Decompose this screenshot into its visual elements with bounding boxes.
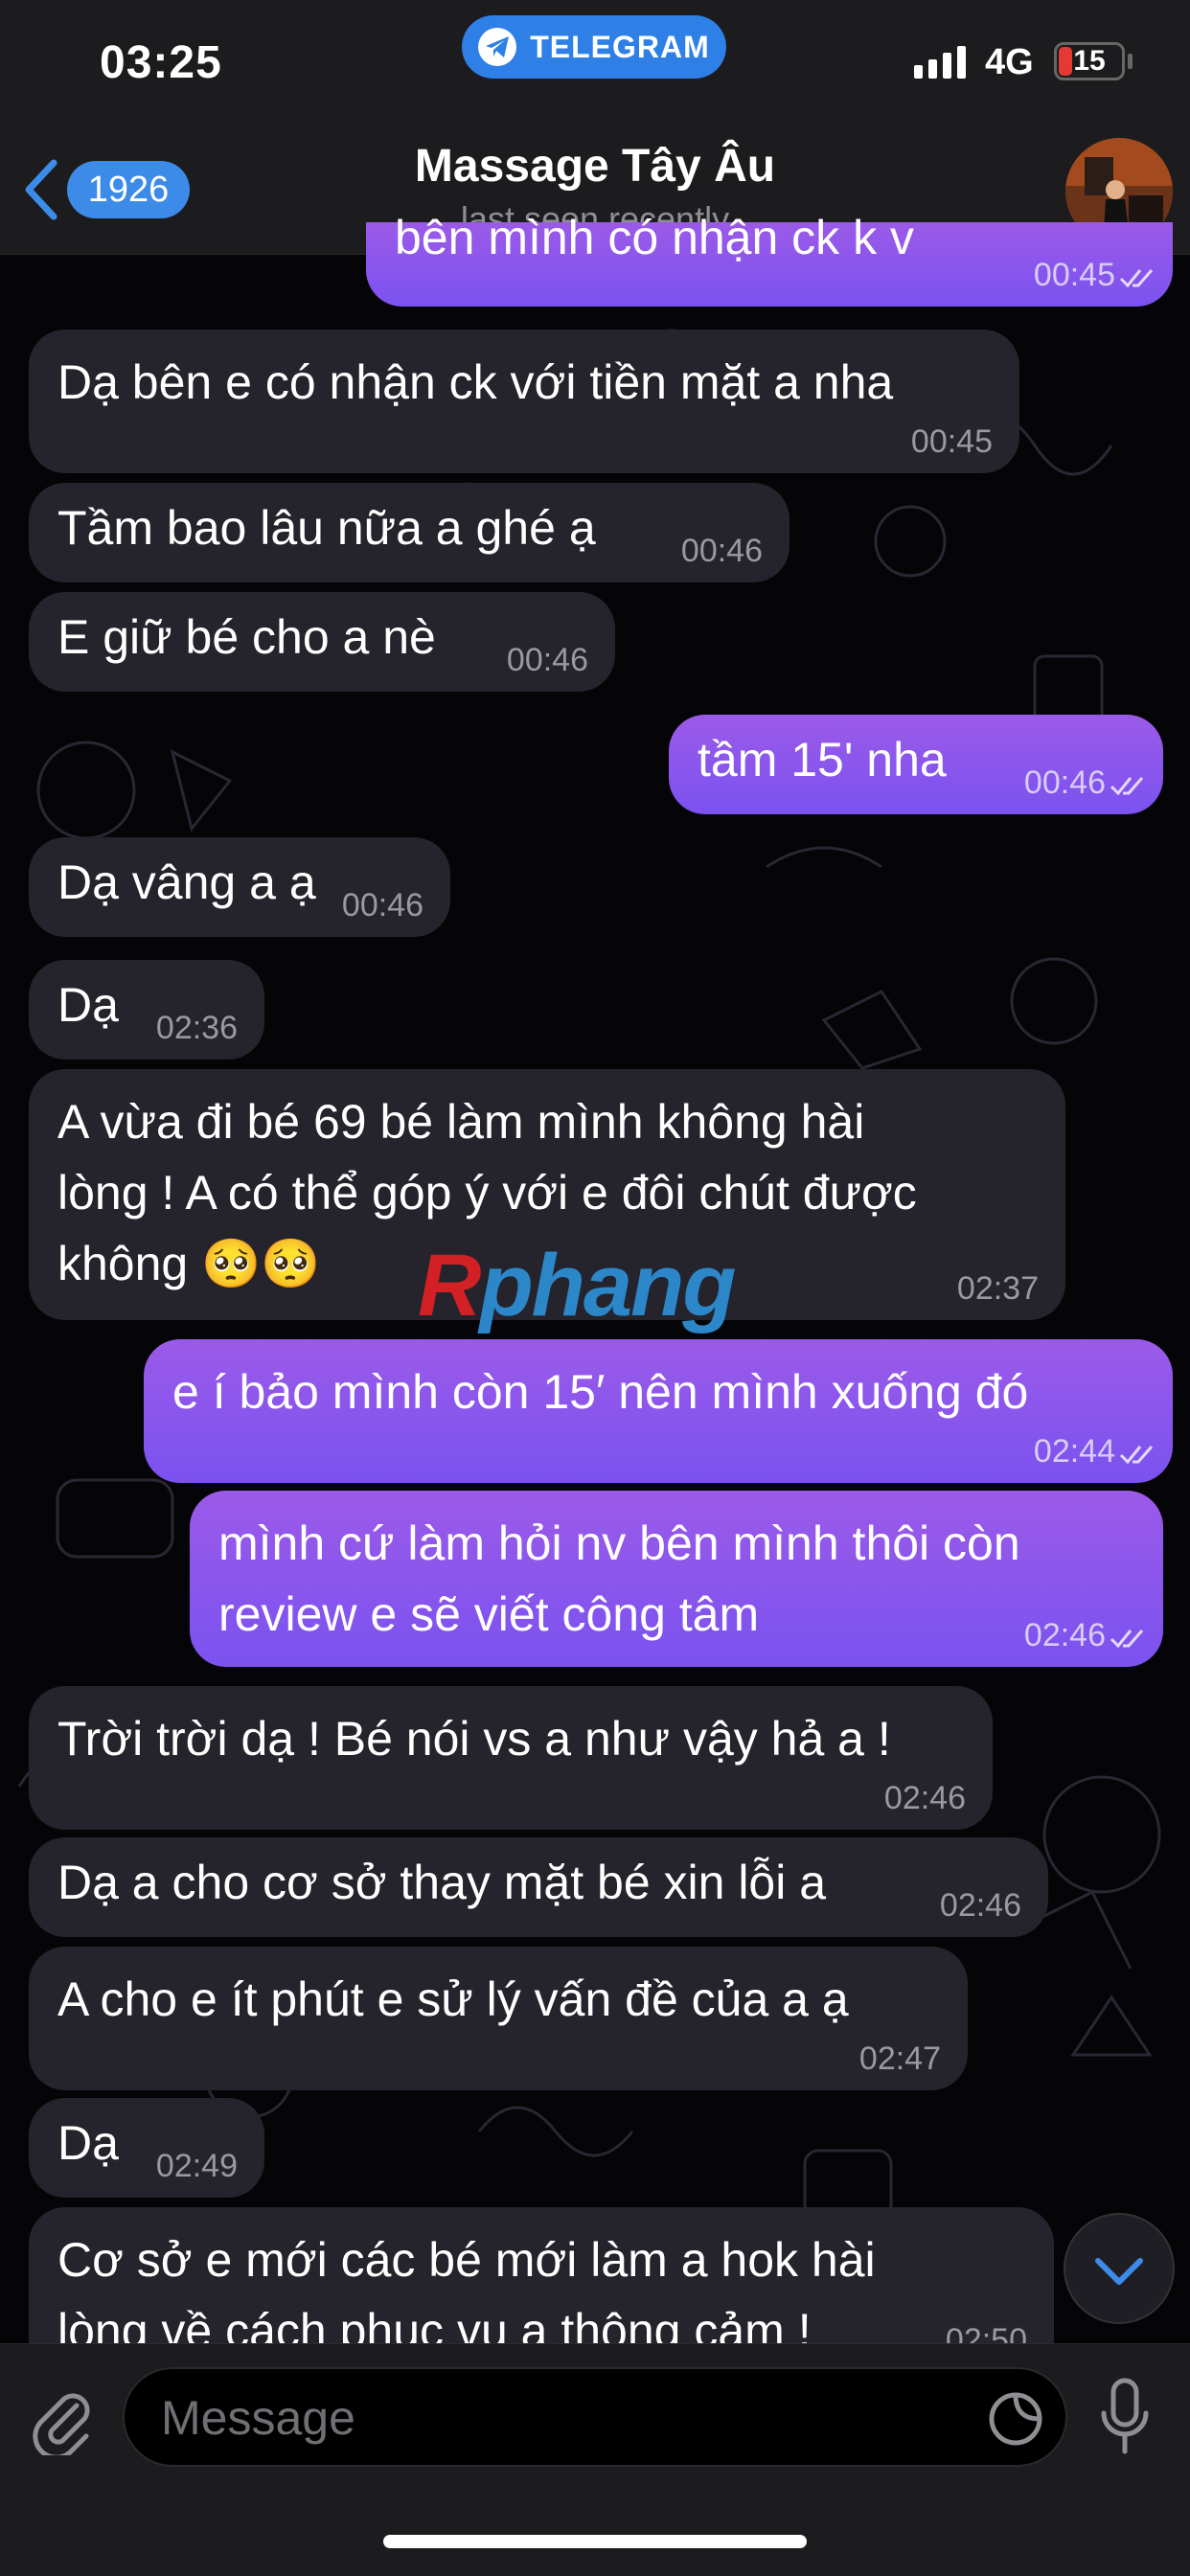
attach-icon[interactable]	[29, 2381, 94, 2455]
message-text: Dạ a cho cơ sở thay mặt bé xin lỗi a	[57, 1856, 827, 1909]
telegram-plane-icon	[478, 28, 517, 66]
message-text: Trời trời dạ ! Bé nói vs a như vậy hả a …	[57, 1712, 891, 1766]
message-time: 02:37	[956, 1270, 1039, 1307]
message-bubble-in[interactable]: Dạ 02:36	[29, 960, 264, 1060]
message-time: 00:46	[341, 887, 423, 923]
message-text: Dạ vâng a ạ	[57, 855, 316, 909]
battery-level: 15	[1073, 45, 1106, 77]
message-bubble-out[interactable]: bên mình có nhận ck k v 00:45	[366, 211, 1173, 307]
watermark: Rphang	[418, 1237, 736, 1334]
message-time: 02:46	[1023, 1617, 1106, 1653]
message-bubble-in[interactable]: Trời trời dạ ! Bé nói vs a như vậy hả a …	[29, 1686, 993, 1830]
battery-icon: 15	[1054, 42, 1125, 80]
sticker-icon[interactable]	[987, 2390, 1044, 2448]
message-time: 00:45	[1033, 257, 1115, 293]
message-bubble-in[interactable]: A cho e ít phút e sử lý vấn đề của a ạ 0…	[29, 1947, 968, 2090]
message-text: Dạ	[57, 978, 119, 1032]
message-field[interactable]	[123, 2367, 1067, 2467]
signal-icon	[914, 46, 966, 79]
telegram-pill-label: TELEGRAM	[530, 29, 710, 64]
message-bubble-in[interactable]: Dạ vâng a ạ 00:46	[29, 837, 450, 937]
message-time: 00:46	[680, 533, 763, 569]
message-time: 00:46	[506, 642, 588, 678]
message-bubble-in[interactable]: Tầm bao lâu nữa a ghé ạ 00:46	[29, 483, 790, 582]
telegram-pill[interactable]: TELEGRAM	[462, 15, 726, 79]
read-ticks-icon	[1119, 269, 1154, 288]
message-line: review e sẽ viết công tâm	[218, 1587, 760, 1641]
message-time: 02:49	[155, 2148, 238, 2184]
message-text: Dạ	[57, 2116, 119, 2170]
message-bubble-out[interactable]: mình cứ làm hỏi nv bên mình thôi còn rev…	[190, 1491, 1163, 1667]
message-text: bên mình có nhận ck k v	[395, 211, 914, 264]
message-text: Tầm bao lâu nữa a ghé ạ	[57, 501, 596, 555]
clock: 03:25	[100, 37, 222, 88]
message-bubble-in[interactable]: Dạ bên e có nhận ck với tiền mặt a nha 0…	[29, 330, 1019, 473]
read-ticks-icon	[1110, 1630, 1144, 1649]
message-line: Cơ sở e mới các bé mới làm a hok hài	[57, 2233, 876, 2287]
message-bubble-in[interactable]: E giữ bé cho a nè 00:46	[29, 592, 615, 692]
read-ticks-icon	[1119, 1446, 1154, 1465]
message-bubble-out[interactable]: tầm 15' nha 00:46	[669, 715, 1163, 814]
scroll-down-icon	[1095, 2258, 1143, 2285]
message-bubble-out[interactable]: e í bảo mình còn 15′ nên mình xuống đó 0…	[144, 1339, 1173, 1483]
battery-cap	[1128, 54, 1133, 69]
message-time: 02:46	[939, 1887, 1021, 1924]
message-bubble-in[interactable]: Dạ 02:49	[29, 2098, 264, 2198]
message-line: lòng về cách phục vụ a thông cảm !	[57, 2304, 812, 2343]
network-type: 4G	[985, 42, 1034, 82]
message-time: 02:47	[858, 2040, 941, 2077]
message-text: A cho e ít phút e sử lý vấn đề của a ạ	[57, 1972, 849, 2026]
message-line: A vừa đi bé 69 bé làm mình không hài	[57, 1095, 865, 1149]
message-text: Dạ bên e có nhận ck với tiền mặt a nha	[57, 355, 894, 409]
message-text: tầm 15' nha	[698, 733, 947, 786]
message-time: 02:46	[883, 1780, 966, 1816]
message-bubble-in[interactable]: Cơ sở e mới các bé mới làm a hok hài lòn…	[29, 2207, 1054, 2343]
chat-title[interactable]: Massage Tây Âu	[0, 140, 1190, 193]
home-indicator	[383, 2535, 807, 2548]
status-bar: 03:25 TELEGRAM 4G 15	[0, 0, 1190, 115]
read-ticks-icon	[1110, 777, 1144, 796]
message-time: 02:36	[155, 1010, 238, 1046]
message-time: 00:45	[910, 423, 993, 460]
message-line: lòng ! A có thể góp ý với e đôi chút đượ…	[57, 1166, 917, 1220]
message-input[interactable]	[159, 2369, 949, 2467]
scroll-down-button[interactable]	[1064, 2213, 1175, 2324]
message-line: mình cứ làm hỏi nv bên mình thôi còn	[218, 1516, 1020, 1570]
message-time: 02:50	[945, 2322, 1027, 2343]
message-text: e í bảo mình còn 15′ nên mình xuống đó	[172, 1365, 1029, 1419]
mic-icon[interactable]	[1096, 2377, 1154, 2457]
message-time: 02:44	[1033, 1433, 1115, 1470]
message-bubble-in[interactable]: Dạ a cho cơ sở thay mặt bé xin lỗi a 02:…	[29, 1837, 1048, 1937]
message-text: E giữ bé cho a nè	[57, 610, 436, 664]
message-time: 00:46	[1023, 764, 1106, 801]
